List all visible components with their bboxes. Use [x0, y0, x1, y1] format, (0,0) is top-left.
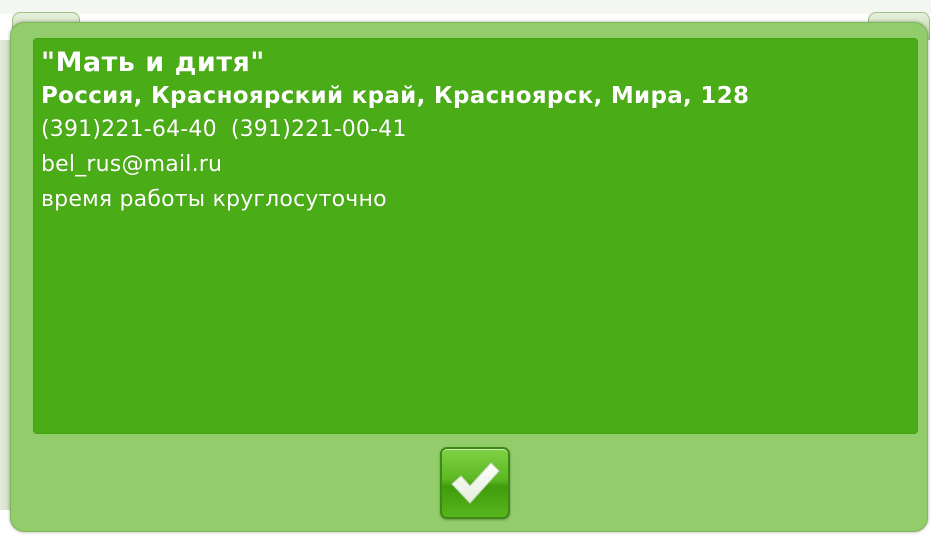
- poi-info-panel: "Мать и дитя" Россия, Красноярский край,…: [33, 38, 918, 434]
- background-screen: [0, 0, 931, 14]
- confirm-ok-button[interactable]: [440, 447, 510, 519]
- poi-phone-1: (391)221-64-40: [41, 117, 217, 142]
- poi-info-dialog: "Мать и дитя" Россия, Красноярский край,…: [10, 22, 928, 532]
- poi-hours: время работы круглосуточно: [41, 187, 387, 212]
- poi-name: "Мать и дитя": [41, 47, 265, 78]
- poi-address: Россия, Красноярский край, Красноярск, М…: [41, 83, 750, 109]
- checkmark-icon: [451, 462, 500, 504]
- poi-phone-2: (391)221-00-41: [230, 117, 407, 142]
- poi-email: bel_rus@mail.ru: [41, 152, 223, 177]
- poi-phones: (391)221-64-40 (391)221-00-41: [41, 112, 918, 147]
